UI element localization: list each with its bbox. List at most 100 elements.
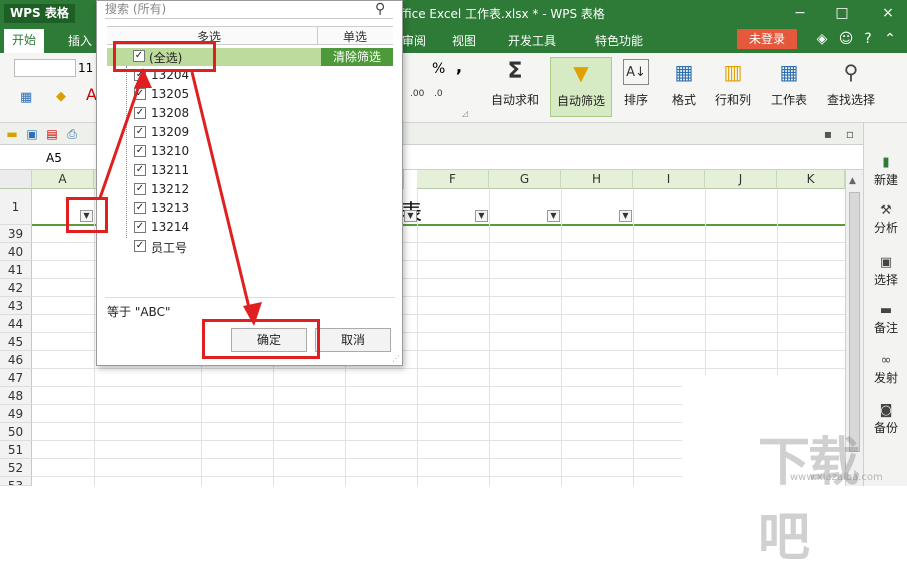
autosum-button[interactable]: Σ 自动求和	[484, 57, 546, 117]
row-header[interactable]: 42	[0, 279, 32, 297]
worksheet-button[interactable]: ▦ 工作表	[762, 57, 816, 117]
scrollbar-thumb[interactable]	[849, 192, 860, 452]
select-all-corner[interactable]	[0, 170, 32, 189]
name-box[interactable]: A5	[46, 151, 62, 165]
resize-grip-icon[interactable]: ⋰	[392, 354, 400, 363]
close-button[interactable]: ×	[878, 4, 898, 22]
row-header[interactable]: 50	[0, 423, 32, 441]
tab-review[interactable]: 审阅	[402, 32, 426, 49]
sidebar-note[interactable]: ▬ 备注	[864, 303, 907, 336]
restore-pane-icon[interactable]: ▪	[820, 126, 836, 142]
rows-columns-button[interactable]: ▥ 行和列	[706, 57, 760, 117]
row-header[interactable]: 45	[0, 333, 32, 351]
sidebar-analyze[interactable]: ⚒ 分析	[864, 203, 907, 236]
row-header[interactable]: 40	[0, 243, 32, 261]
checkbox[interactable]: ✓	[134, 202, 146, 214]
number-format-launcher-icon[interactable]: ◿	[462, 109, 468, 118]
row-header[interactable]: 53	[0, 477, 32, 486]
link-icon: ∞	[880, 353, 892, 368]
print-icon[interactable]: ⎙	[64, 126, 80, 142]
decrease-decimal-icon[interactable]: .0	[434, 89, 443, 99]
tab-special[interactable]: 特色功能	[595, 32, 643, 49]
watermark-logo: 下载吧	[758, 433, 860, 568]
close-pane-icon[interactable]: ▫	[842, 126, 858, 142]
autofilter-button[interactable]: ▼ 自动筛选	[550, 57, 612, 117]
open-folder-icon[interactable]: ▬	[4, 126, 20, 142]
help-icon[interactable]: ?	[858, 30, 878, 48]
row-header[interactable]: 49	[0, 405, 32, 423]
user-icon[interactable]: ☺	[836, 30, 856, 48]
row-header[interactable]: 39	[0, 225, 32, 243]
find-select-button[interactable]: ⚲ 查找选择	[818, 57, 884, 117]
save-icon[interactable]: ▣	[24, 126, 40, 142]
comma-button[interactable]: ,	[456, 57, 462, 76]
ribbon-collapse-icon[interactable]: ⌃	[880, 30, 900, 48]
row-header[interactable]: 48	[0, 387, 32, 405]
wps-logo[interactable]: WPS 表格	[4, 4, 75, 23]
row-header[interactable]: 41	[0, 261, 32, 279]
sidebar-new[interactable]: ▮ 新建	[864, 155, 907, 188]
fill-color-icon[interactable]: ◆	[56, 89, 66, 104]
rows-columns-icon: ▥	[723, 60, 743, 84]
checkbox[interactable]: ✓	[134, 221, 146, 233]
grid-line	[705, 189, 706, 375]
row-header[interactable]: 44	[0, 315, 32, 333]
column-header-g[interactable]: G	[489, 170, 561, 189]
skin-icon[interactable]: ◈	[812, 30, 832, 48]
borders-icon[interactable]: ▦	[20, 90, 32, 105]
filter-dropdown-f-icon[interactable]: ▼	[475, 210, 488, 222]
column-header-h[interactable]: H	[561, 170, 633, 189]
font-size-field[interactable]: 11	[78, 59, 98, 77]
checkbox[interactable]: ✓	[134, 164, 146, 176]
checkbox[interactable]: ✓	[134, 183, 146, 195]
clear-filter-button[interactable]: 清除筛选	[321, 48, 393, 66]
checkbox[interactable]: ✓	[134, 126, 146, 138]
grid-line	[32, 368, 845, 369]
export-pdf-icon[interactable]: ▤	[44, 126, 60, 142]
highlight-select-all	[113, 41, 216, 72]
filter-dropdown-h-icon[interactable]: ▼	[619, 210, 632, 222]
column-header-i[interactable]: I	[633, 170, 705, 189]
format-button[interactable]: ▦ 格式	[660, 57, 708, 117]
binoculars-icon: ⚲	[843, 60, 859, 84]
sort-button[interactable]: A↓ 排序	[614, 57, 658, 117]
checkbox[interactable]: ✓	[134, 240, 146, 252]
grid-line	[633, 189, 634, 486]
row-header[interactable]: 52	[0, 459, 32, 477]
row-header[interactable]: 51	[0, 441, 32, 459]
scroll-up-icon[interactable]: ▲	[849, 176, 856, 186]
tab-insert[interactable]: 插入	[68, 32, 92, 49]
row-header[interactable]: 46	[0, 351, 32, 369]
login-button[interactable]: 未登录	[737, 29, 797, 49]
row-header-1[interactable]: 1	[0, 189, 32, 225]
column-header-f[interactable]: F	[417, 170, 489, 189]
wps-logo-label: WPS 表格	[10, 6, 69, 20]
checkbox[interactable]: ✓	[134, 88, 146, 100]
tab-single-select[interactable]: 单选	[343, 28, 367, 45]
column-header-j[interactable]: J	[705, 170, 777, 189]
tab-developer[interactable]: 开发工具	[508, 32, 556, 49]
column-header-a[interactable]: A	[32, 170, 94, 189]
window-title: ffice Excel 工作表.xlsx * - WPS 表格	[400, 7, 605, 21]
filter-dropdown-e-icon[interactable]: ▼	[404, 210, 417, 222]
tab-start[interactable]: 开始	[4, 29, 45, 53]
font-name-field[interactable]	[14, 59, 76, 77]
checkbox[interactable]: ✓	[134, 145, 146, 157]
row-header[interactable]: 47	[0, 369, 32, 387]
percent-button[interactable]: %	[432, 61, 445, 77]
maximize-button[interactable]: □	[832, 4, 852, 22]
filter-search-input[interactable]: 搜索 (所有)	[105, 1, 393, 19]
increase-decimal-icon[interactable]: .00	[410, 89, 424, 99]
search-icon[interactable]: ⚲	[375, 1, 391, 17]
row-header[interactable]: 43	[0, 297, 32, 315]
cancel-button[interactable]: 取消	[315, 328, 391, 352]
sidebar-share[interactable]: ∞ 发射	[864, 353, 907, 386]
grid-line	[489, 189, 490, 486]
filter-dropdown-g-icon[interactable]: ▼	[547, 210, 560, 222]
tab-view[interactable]: 视图	[452, 32, 476, 49]
minimize-button[interactable]: −	[790, 4, 810, 22]
select-icon: ▣	[879, 255, 893, 270]
sidebar-select[interactable]: ▣ 选择	[864, 255, 907, 288]
checkbox[interactable]: ✓	[134, 107, 146, 119]
column-header-k[interactable]: K	[777, 170, 845, 189]
